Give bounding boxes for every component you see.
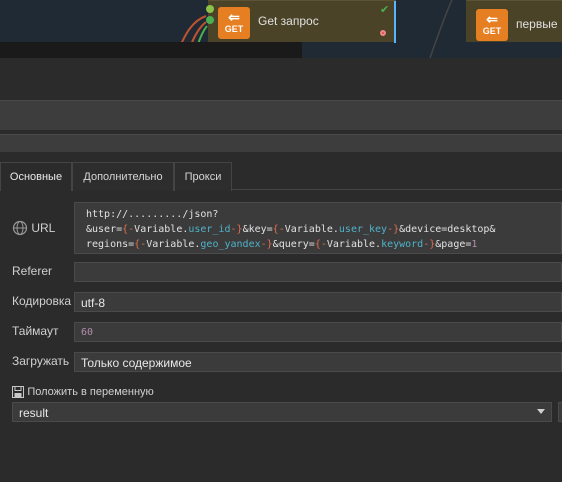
tab-bar: Основные Дополнительно Прокси xyxy=(0,162,562,191)
url-segment: -} xyxy=(387,224,400,235)
tab-additional[interactable]: Дополнительно xyxy=(72,162,174,191)
url-input[interactable]: http://........./json? &user={-Variable.u… xyxy=(74,202,562,254)
workflow-canvas[interactable]: ⇐ GET Get запрос ✔ ⇐ GET первые xyxy=(0,0,562,58)
arrow-left-icon: ⇐ xyxy=(228,9,240,25)
globe-icon xyxy=(12,220,28,236)
get-badge: ⇐ GET xyxy=(218,7,250,39)
input-port-2[interactable] xyxy=(206,16,214,24)
url-segment: &device=desktop& xyxy=(399,224,496,235)
url-segment: -} xyxy=(260,239,273,250)
url-segment: keyword xyxy=(381,239,424,250)
url-label-group: URL xyxy=(12,218,55,238)
save-to-variable-row: Положить в переменную xyxy=(12,382,312,400)
error-port[interactable] xyxy=(380,30,386,36)
url-segment: user_id xyxy=(188,224,231,235)
referer-label: Referer xyxy=(12,264,53,278)
url-line: regions={-Variable.geo_yandex-}&query={-… xyxy=(86,237,561,252)
timeout-input[interactable]: 60 xyxy=(74,322,562,342)
node-title: первые xyxy=(516,17,558,31)
encoding-input[interactable]: utf-8 xyxy=(74,292,562,312)
load-select[interactable]: Только содержимое xyxy=(74,352,562,372)
url-segment: user_key xyxy=(338,224,388,235)
node-get-request[interactable]: ⇐ GET Get запрос ✔ xyxy=(206,0,396,43)
url-segment: Variable. xyxy=(326,239,382,250)
url-segment: 1 xyxy=(471,239,478,250)
url-segment: -} xyxy=(230,224,243,235)
url-segment: -} xyxy=(423,239,436,250)
url-segment: Variable. xyxy=(284,224,339,235)
description-field[interactable] xyxy=(0,134,562,152)
url-segment: http://........./json? xyxy=(86,209,219,220)
toolbar-area xyxy=(0,58,562,98)
variable-options-button[interactable] xyxy=(558,402,562,422)
input-port[interactable] xyxy=(206,5,214,13)
url-segment: &user= xyxy=(86,224,123,235)
tab-proxy[interactable]: Прокси xyxy=(174,162,232,191)
result-variable-select[interactable]: result xyxy=(12,402,552,422)
url-segment: {- xyxy=(314,239,327,250)
get-badge: ⇐ GET xyxy=(476,9,508,41)
tab-main[interactable]: Основные xyxy=(0,162,72,191)
url-line: http://........./json? xyxy=(86,207,561,222)
encoding-label: Кодировка xyxy=(12,294,72,308)
url-segment: geo_yandex xyxy=(200,239,261,250)
canvas-scroll-area xyxy=(0,42,302,58)
node-first[interactable]: ⇐ GET первые xyxy=(466,0,562,42)
chevron-down-icon[interactable] xyxy=(537,409,545,414)
timeout-label: Таймаут xyxy=(12,324,59,338)
name-field[interactable] xyxy=(0,100,562,130)
url-segment: {- xyxy=(272,224,285,235)
node-title: Get запрос xyxy=(258,14,319,28)
url-segment: {- xyxy=(122,224,135,235)
save-to-variable-label: Положить в переменную xyxy=(27,386,154,398)
connection-line-gray xyxy=(429,0,453,58)
url-label: URL xyxy=(31,221,56,235)
url-segment: &key= xyxy=(242,224,273,235)
checkmark-icon: ✔ xyxy=(380,4,390,16)
url-segment: &query= xyxy=(272,239,315,250)
url-segment: {- xyxy=(134,239,147,250)
arrow-left-icon: ⇐ xyxy=(486,11,498,27)
floppy-icon xyxy=(12,386,24,398)
selection-line xyxy=(394,1,396,43)
url-line: &user={-Variable.user_id-}&key={-Variabl… xyxy=(86,222,561,237)
url-segment: Variable. xyxy=(134,224,189,235)
url-segment: &page= xyxy=(435,239,472,250)
referer-input[interactable] xyxy=(74,262,562,282)
load-label: Загружать xyxy=(12,354,70,368)
url-segment: Variable. xyxy=(146,239,201,250)
url-segment: regions= xyxy=(86,239,135,250)
